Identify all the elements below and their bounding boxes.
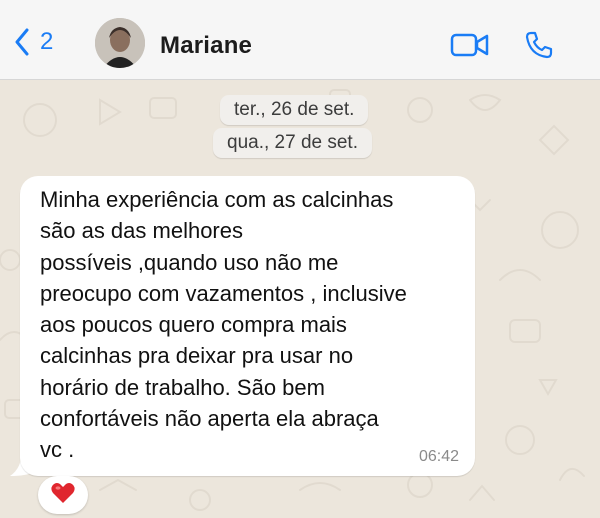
message-text: Minha experiência com as calcinhas são a… — [40, 187, 407, 463]
message-bubble[interactable]: Minha experiência com as calcinhas são a… — [20, 176, 475, 476]
video-camera-icon[interactable] — [450, 32, 490, 63]
date-chip: ter., 26 de set. — [220, 95, 369, 125]
heart-icon — [50, 481, 76, 510]
message-timestamp: 06:42 — [418, 448, 459, 465]
phone-icon[interactable] — [524, 30, 554, 65]
chevron-left-icon — [14, 28, 30, 56]
back-button[interactable]: 2 — [14, 28, 53, 56]
chat-header: 2 Mariane — [0, 0, 600, 80]
reaction-badge[interactable] — [38, 476, 88, 514]
avatar[interactable] — [95, 18, 145, 68]
unread-count: 2 — [40, 28, 54, 55]
date-chip: qua., 27 de set. — [213, 128, 372, 158]
contact-name[interactable]: Mariane — [160, 32, 252, 60]
